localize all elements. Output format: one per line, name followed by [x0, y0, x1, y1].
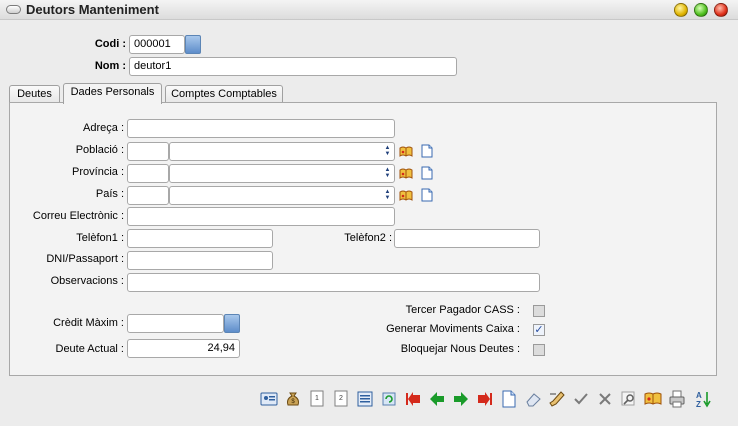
- sort-az-icon[interactable]: A Z: [694, 390, 712, 408]
- list-icon[interactable]: [356, 390, 374, 408]
- telefon2-label: Telèfon2 :: [344, 232, 392, 244]
- book-icon[interactable]: [644, 390, 662, 408]
- confirm-icon[interactable]: [572, 390, 590, 408]
- tab-comptes-comptables[interactable]: Comptes Comptables: [165, 85, 283, 103]
- pais-label: País :: [95, 188, 124, 200]
- provincia-select[interactable]: ▲ ▼: [169, 164, 395, 183]
- new-document-icon[interactable]: [500, 390, 518, 408]
- observacions-label: Observacions :: [50, 275, 124, 287]
- nom-field[interactable]: deutor1: [129, 57, 457, 76]
- generar-moviments-checkbox[interactable]: ✓: [533, 324, 545, 336]
- tab-dades-personals[interactable]: Dades Personals: [63, 83, 162, 104]
- provincia-code-field[interactable]: [127, 164, 169, 183]
- search-icon[interactable]: [620, 390, 638, 408]
- dni-label: DNI/Passaport :: [46, 253, 124, 265]
- svg-text:1: 1: [315, 395, 319, 402]
- poblacio-select[interactable]: ▲ ▼: [169, 142, 395, 161]
- edit-icon[interactable]: [548, 390, 566, 408]
- window-title: Deutors Manteniment: [26, 2, 159, 17]
- window-menu-icon[interactable]: [6, 5, 21, 14]
- tercer-pagador-checkbox[interactable]: [533, 305, 545, 317]
- observacions-field[interactable]: [127, 273, 540, 292]
- telefon2-field[interactable]: [394, 229, 540, 248]
- adreca-label: Adreça :: [83, 122, 124, 134]
- spinner-icon[interactable]: ▲ ▼: [383, 145, 392, 158]
- telefon1-field[interactable]: [127, 229, 273, 248]
- deute-label: Deute Actual :: [55, 343, 125, 355]
- dni-field[interactable]: [127, 251, 273, 270]
- codi-label: Codi :: [94, 38, 126, 50]
- maximize-icon[interactable]: [694, 3, 708, 17]
- spinner-icon[interactable]: ▲ ▼: [383, 189, 392, 202]
- spinner-icon[interactable]: ▲ ▼: [383, 167, 392, 180]
- page-2-icon[interactable]: 2: [332, 390, 350, 408]
- first-record-icon[interactable]: [404, 390, 422, 408]
- close-icon[interactable]: [714, 3, 728, 17]
- id-card-icon[interactable]: [260, 390, 278, 408]
- refresh-icon[interactable]: [380, 390, 398, 408]
- credit-field[interactable]: [127, 314, 224, 333]
- correu-field[interactable]: [127, 207, 395, 226]
- cancel-icon[interactable]: [596, 390, 614, 408]
- adreca-field[interactable]: [127, 119, 395, 138]
- tab-deutes[interactable]: Deutes: [9, 85, 60, 103]
- new-document-icon[interactable]: [420, 144, 434, 158]
- codi-lookup-button[interactable]: [185, 35, 201, 54]
- print-icon[interactable]: [668, 390, 686, 408]
- pais-code-field[interactable]: [127, 186, 169, 205]
- minimize-icon[interactable]: [674, 3, 688, 17]
- correu-label: Correu Electrònic :: [32, 210, 124, 222]
- title-bar: Deutors Manteniment: [0, 0, 738, 20]
- next-record-icon[interactable]: [452, 390, 470, 408]
- provincia-label: Província :: [72, 166, 124, 178]
- tercer-pagador-label: Tercer Pagador CASS :: [405, 304, 520, 316]
- pais-select[interactable]: ▲ ▼: [169, 186, 395, 205]
- book-icon[interactable]: [399, 167, 413, 181]
- nom-label: Nom :: [94, 60, 126, 72]
- book-icon[interactable]: [399, 189, 413, 203]
- window: Deutors Manteniment Codi : 000001 Nom : …: [0, 0, 738, 426]
- generar-moviments-label: Generar Moviments Caixa :: [386, 323, 520, 335]
- previous-record-icon[interactable]: [428, 390, 446, 408]
- telefon1-label: Telèfon1 :: [76, 232, 124, 244]
- money-bag-icon[interactable]: $: [284, 390, 302, 408]
- bloquejar-deutes-checkbox[interactable]: [533, 344, 545, 356]
- page-1-icon[interactable]: 1: [308, 390, 326, 408]
- credit-label: Crèdit Màxim :: [53, 317, 124, 329]
- book-icon[interactable]: [399, 145, 413, 159]
- svg-text:Z: Z: [696, 400, 701, 408]
- eraser-icon[interactable]: [524, 390, 542, 408]
- bloquejar-deutes-label: Bloquejar Nous Deutes :: [400, 343, 520, 355]
- last-record-icon[interactable]: [476, 390, 494, 408]
- deute-actual-field[interactable]: 24,94: [127, 339, 240, 358]
- svg-text:2: 2: [339, 395, 343, 402]
- credit-lookup-button[interactable]: [224, 314, 240, 333]
- codi-field[interactable]: 000001: [129, 35, 185, 54]
- poblacio-code-field[interactable]: [127, 142, 169, 161]
- poblacio-label: Població :: [75, 144, 124, 156]
- new-document-icon[interactable]: [420, 188, 434, 202]
- new-document-icon[interactable]: [420, 166, 434, 180]
- svg-text:A: A: [696, 391, 702, 400]
